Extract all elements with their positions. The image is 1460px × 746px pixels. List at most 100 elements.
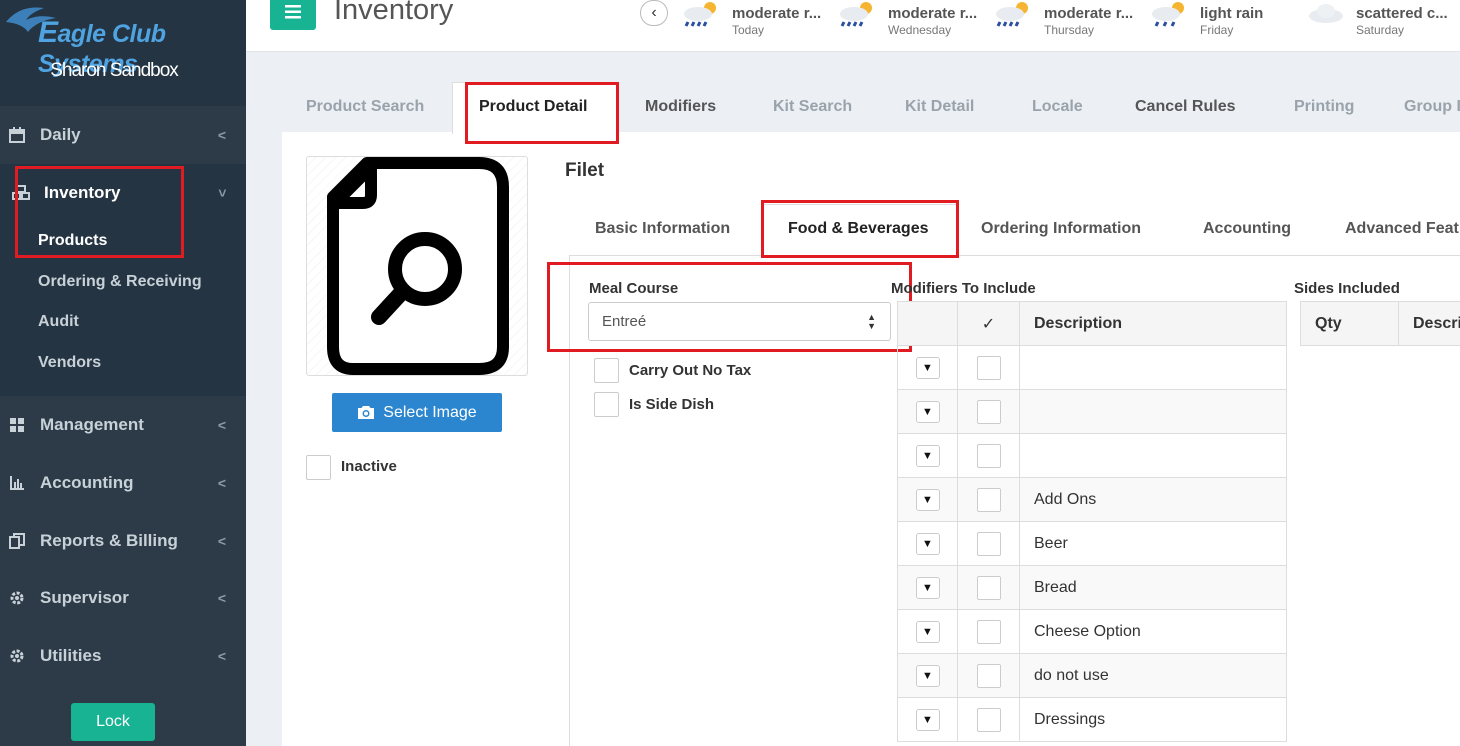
submenu-item-ordering-receiving[interactable]: Ordering & Receiving [38,273,202,291]
sidebar-item-utilities[interactable]: Utilities < [0,627,246,685]
row-checkbox[interactable] [976,399,1001,424]
meal-course-select[interactable]: Entreé ▲ ▼ [588,302,891,341]
inactive-checkbox[interactable] [306,455,331,480]
tab-product-detail[interactable]: Product Detail [479,98,587,116]
table-header-row: ✓ Description [897,301,1287,346]
weather-day: moderate r... Thursday [992,0,1142,40]
rain-sun-icon [996,2,1028,27]
sidebar-item-label: Reports & Billing [40,531,178,550]
sidebar-item-management[interactable]: Management < [0,396,246,454]
sidebar-item-daily[interactable]: Daily < [0,106,246,164]
cloud-icon [1309,4,1343,23]
column-header-description[interactable]: Description [1019,301,1287,346]
carry-out-no-tax-checkbox[interactable] [594,358,619,383]
lock-button[interactable]: Lock [71,703,155,741]
gear-icon [8,589,26,607]
weather-day-label: Wednesday [888,23,952,37]
column-header-description[interactable]: Descri [1398,301,1460,346]
weather-day-label: Friday [1200,23,1234,37]
column-header-qty[interactable]: Qty [1300,301,1399,346]
weather-day: moderate r... Wednesday [836,0,986,40]
inactive-label: Inactive [341,458,397,475]
row-dropdown-button[interactable]: ▼ [915,488,940,511]
rain-sun-icon [840,2,872,27]
row-dropdown-button[interactable]: ▼ [915,664,940,687]
column-header-expand [897,301,958,346]
subpanel-left-border [569,255,570,746]
weather-day-label: Saturday [1356,23,1405,37]
table-row: ▼ [897,389,1287,434]
weather-prev-button[interactable]: ‹ [640,0,668,26]
club-name: Sharon Sandbox [50,60,179,81]
submenu-item-vendors[interactable]: Vendors [38,354,101,372]
subtab-ordering-information[interactable]: Ordering Information [981,220,1141,238]
row-dropdown-button[interactable]: ▼ [915,400,940,423]
product-image [306,156,528,376]
row-checkbox[interactable] [976,531,1001,556]
row-description [1019,433,1287,478]
row-checkbox[interactable] [976,575,1001,600]
meal-course-value: Entreé [602,313,647,330]
chevron-down-icon: ▼ [922,405,933,418]
chevron-left-icon: < [217,590,226,606]
row-checkbox[interactable] [976,663,1001,688]
row-checkbox[interactable] [976,355,1001,380]
tab-cancel-rules[interactable]: Cancel Rules [1135,98,1235,116]
inventory-submenu: Products Ordering & Receiving Audit Vend… [0,220,246,396]
sides-included-label: Sides Included [1294,280,1400,297]
row-description [1019,345,1287,390]
chevron-down-icon: ▼ [922,713,933,726]
row-dropdown-button[interactable]: ▼ [915,620,940,643]
sidebar-item-reports-billing[interactable]: Reports & Billing < [0,512,246,570]
tab-kit-search[interactable]: Kit Search [773,98,852,116]
row-dropdown-button[interactable]: ▼ [915,532,940,555]
column-header-check[interactable]: ✓ [957,301,1020,346]
subtab-accounting[interactable]: Accounting [1203,220,1291,238]
product-name: Filet [565,160,605,181]
is-side-dish-checkbox[interactable] [594,392,619,417]
chevron-left-icon: < [217,533,226,549]
chevron-down-icon: ▼ [922,449,933,462]
row-description: Cheese Option [1019,609,1287,654]
page-title: Inventory [334,0,454,26]
gear-icon [8,647,26,665]
table-row: ▼ Cheese Option [897,609,1287,654]
row-checkbox[interactable] [976,619,1001,644]
modifiers-to-include-label: Modifiers To Include [891,280,1036,297]
sidebar-item-accounting[interactable]: Accounting < [0,454,246,512]
row-dropdown-button[interactable]: ▼ [915,708,940,731]
sidebar-item-inventory[interactable]: Inventory < [0,164,246,222]
row-description: Add Ons [1019,477,1287,522]
row-dropdown-button[interactable]: ▼ [915,356,940,379]
modifiers-table: ✓ Description ▼ ▼ ▼ ▼ Add Ons ▼ Beer ▼ Brea… [897,301,1287,742]
tab-group[interactable]: Group I [1404,98,1460,116]
chevron-left-icon: < [217,127,226,143]
tab-kit-detail[interactable]: Kit Detail [905,98,974,116]
subtab-advanced-features[interactable]: Advanced Feat [1345,220,1459,238]
row-dropdown-button[interactable]: ▼ [915,444,940,467]
select-image-button[interactable]: Select Image [332,393,502,432]
chevron-down-icon: ▼ [922,493,933,506]
weather-day: light rain Friday [1148,0,1298,40]
tab-printing[interactable]: Printing [1294,98,1354,116]
row-dropdown-button[interactable]: ▼ [915,576,940,599]
tab-product-search[interactable]: Product Search [306,98,424,116]
sidebar-item-supervisor[interactable]: Supervisor < [0,569,246,627]
subtab-basic-information[interactable]: Basic Information [595,220,730,238]
submenu-item-products[interactable]: Products [38,232,107,250]
weather-day: moderate r... Today [680,0,830,40]
menu-toggle-button[interactable] [270,0,316,30]
subtab-food-beverages[interactable]: Food & Beverages [788,220,928,238]
row-checkbox[interactable] [976,707,1001,732]
hamburger-icon [285,5,301,19]
table-header-row: Qty Descri [1300,301,1460,346]
weather-condition: scattered c... [1356,5,1448,22]
row-checkbox[interactable] [976,443,1001,468]
sides-table: Qty Descri [1300,301,1460,346]
tab-modifiers[interactable]: Modifiers [645,98,716,116]
select-image-label: Select Image [383,403,477,421]
submenu-item-audit[interactable]: Audit [38,313,79,331]
row-description [1019,389,1287,434]
row-checkbox[interactable] [976,487,1001,512]
tab-locale[interactable]: Locale [1032,98,1083,116]
